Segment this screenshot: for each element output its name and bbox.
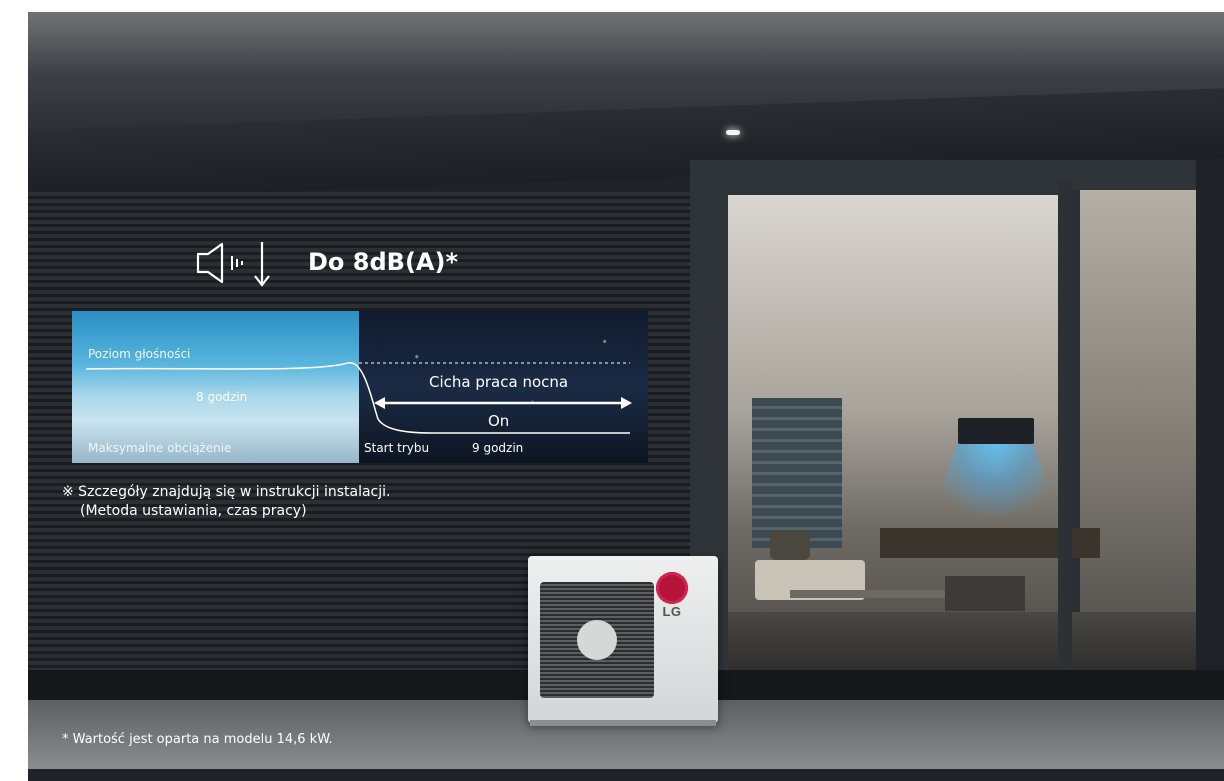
- cushion: [770, 530, 810, 560]
- mode-start-label: Start trybu: [364, 441, 430, 455]
- side-room-interior: [1070, 190, 1196, 670]
- speaker-volume-down-icon: [196, 242, 270, 287]
- night-mode-state: On: [488, 412, 510, 430]
- day-duration-label: 8 godzin: [196, 390, 248, 404]
- footnote: * Wartość jest oparta na modelu 14,6 kW.: [62, 732, 333, 747]
- night-mode-graph: Poziom głośności 8 godzin Maksymalne obc…: [72, 311, 648, 463]
- arrow-right-head: [621, 397, 632, 409]
- night-duration-label: 9 godzin: [472, 441, 524, 455]
- lg-logo-icon: [656, 572, 688, 604]
- max-load-label: Maksymalne obciążenie: [88, 441, 232, 455]
- outdoor-unit-fan-grille: [540, 582, 654, 698]
- room-window: [752, 398, 842, 548]
- ottoman: [945, 576, 1025, 611]
- night-mode-title: Cicha praca nocna: [429, 373, 569, 391]
- noise-level-label: Poziom głośności: [88, 347, 191, 361]
- headline: Do 8dB(A)*: [308, 248, 458, 276]
- ceiling-light: [726, 130, 740, 135]
- room-floor: [728, 612, 1196, 672]
- outdoor-unit-feet: [530, 720, 716, 726]
- arrow-left-head: [374, 397, 385, 409]
- indoor-ac-unit: [958, 418, 1034, 444]
- install-note-detail: (Metoda ustawiania, czas pracy): [80, 503, 307, 519]
- brand-label: LG: [662, 604, 682, 619]
- window-mullion: [1058, 180, 1072, 680]
- install-note: ※ Szczegóły znajdują się w instrukcji in…: [62, 484, 391, 500]
